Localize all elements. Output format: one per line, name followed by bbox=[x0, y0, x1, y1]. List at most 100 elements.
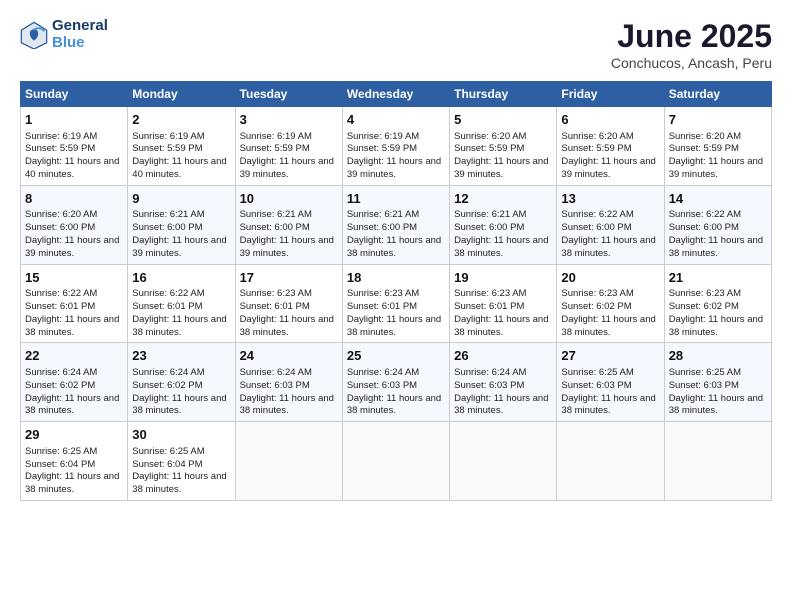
day-info: Sunset: 6:01 PM bbox=[132, 301, 230, 314]
calendar-cell: 5Sunrise: 6:20 AMSunset: 5:59 PMDaylight… bbox=[450, 107, 557, 186]
day-info: Daylight: 11 hours and 38 minutes. bbox=[669, 235, 767, 261]
day-number: 1 bbox=[25, 111, 123, 129]
calendar-cell: 1Sunrise: 6:19 AMSunset: 5:59 PMDaylight… bbox=[21, 107, 128, 186]
day-info: Sunrise: 6:19 AM bbox=[132, 131, 230, 144]
day-info: Daylight: 11 hours and 38 minutes. bbox=[132, 314, 230, 340]
col-saturday: Saturday bbox=[664, 82, 771, 107]
calendar-cell: 17Sunrise: 6:23 AMSunset: 6:01 PMDayligh… bbox=[235, 264, 342, 343]
day-info: Daylight: 11 hours and 38 minutes. bbox=[669, 393, 767, 419]
day-info: Sunrise: 6:22 AM bbox=[25, 288, 123, 301]
day-number: 4 bbox=[347, 111, 445, 129]
day-number: 18 bbox=[347, 269, 445, 287]
day-info: Sunrise: 6:23 AM bbox=[347, 288, 445, 301]
col-thursday: Thursday bbox=[450, 82, 557, 107]
day-info: Daylight: 11 hours and 39 minutes. bbox=[240, 235, 338, 261]
day-info: Sunrise: 6:25 AM bbox=[669, 367, 767, 380]
day-info: Daylight: 11 hours and 39 minutes. bbox=[561, 156, 659, 182]
calendar-cell: 19Sunrise: 6:23 AMSunset: 6:01 PMDayligh… bbox=[450, 264, 557, 343]
day-info: Sunset: 6:04 PM bbox=[132, 459, 230, 472]
day-info: Sunset: 6:01 PM bbox=[25, 301, 123, 314]
calendar-cell: 25Sunrise: 6:24 AMSunset: 6:03 PMDayligh… bbox=[342, 343, 449, 422]
day-info: Sunrise: 6:22 AM bbox=[669, 209, 767, 222]
day-number: 13 bbox=[561, 190, 659, 208]
calendar-cell: 24Sunrise: 6:24 AMSunset: 6:03 PMDayligh… bbox=[235, 343, 342, 422]
day-info: Sunset: 6:04 PM bbox=[25, 459, 123, 472]
logo-text: General Blue bbox=[52, 18, 108, 51]
calendar-cell: 28Sunrise: 6:25 AMSunset: 6:03 PMDayligh… bbox=[664, 343, 771, 422]
calendar-cell: 7Sunrise: 6:20 AMSunset: 5:59 PMDaylight… bbox=[664, 107, 771, 186]
logo: General Blue bbox=[20, 18, 108, 51]
calendar-cell: 2Sunrise: 6:19 AMSunset: 5:59 PMDaylight… bbox=[128, 107, 235, 186]
calendar-table: Sunday Monday Tuesday Wednesday Thursday… bbox=[20, 81, 772, 501]
day-info: Sunrise: 6:21 AM bbox=[454, 209, 552, 222]
calendar-cell: 14Sunrise: 6:22 AMSunset: 6:00 PMDayligh… bbox=[664, 185, 771, 264]
day-info: Sunset: 6:01 PM bbox=[347, 301, 445, 314]
day-number: 24 bbox=[240, 347, 338, 365]
calendar-cell: 26Sunrise: 6:24 AMSunset: 6:03 PMDayligh… bbox=[450, 343, 557, 422]
calendar-cell: 29Sunrise: 6:25 AMSunset: 6:04 PMDayligh… bbox=[21, 422, 128, 501]
day-info: Sunset: 5:59 PM bbox=[25, 143, 123, 156]
day-info: Sunrise: 6:24 AM bbox=[347, 367, 445, 380]
calendar-cell: 16Sunrise: 6:22 AMSunset: 6:01 PMDayligh… bbox=[128, 264, 235, 343]
logo-icon bbox=[20, 21, 48, 49]
calendar-cell: 18Sunrise: 6:23 AMSunset: 6:01 PMDayligh… bbox=[342, 264, 449, 343]
calendar-cell: 23Sunrise: 6:24 AMSunset: 6:02 PMDayligh… bbox=[128, 343, 235, 422]
day-info: Sunrise: 6:19 AM bbox=[25, 131, 123, 144]
day-info: Sunset: 6:03 PM bbox=[454, 380, 552, 393]
day-info: Sunset: 5:59 PM bbox=[561, 143, 659, 156]
day-info: Sunrise: 6:24 AM bbox=[454, 367, 552, 380]
day-number: 29 bbox=[25, 426, 123, 444]
day-number: 20 bbox=[561, 269, 659, 287]
day-info: Sunrise: 6:19 AM bbox=[347, 131, 445, 144]
day-info: Daylight: 11 hours and 38 minutes. bbox=[347, 314, 445, 340]
calendar-cell: 11Sunrise: 6:21 AMSunset: 6:00 PMDayligh… bbox=[342, 185, 449, 264]
day-info: Sunset: 6:03 PM bbox=[561, 380, 659, 393]
title-block: June 2025 Conchucos, Ancash, Peru bbox=[611, 18, 772, 71]
day-info: Sunrise: 6:25 AM bbox=[561, 367, 659, 380]
day-info: Sunset: 5:59 PM bbox=[669, 143, 767, 156]
day-info: Daylight: 11 hours and 39 minutes. bbox=[669, 156, 767, 182]
day-info: Daylight: 11 hours and 38 minutes. bbox=[454, 393, 552, 419]
day-info: Sunrise: 6:24 AM bbox=[240, 367, 338, 380]
day-info: Sunset: 6:02 PM bbox=[669, 301, 767, 314]
main-title: June 2025 bbox=[611, 18, 772, 55]
calendar-cell bbox=[664, 422, 771, 501]
day-number: 9 bbox=[132, 190, 230, 208]
day-number: 3 bbox=[240, 111, 338, 129]
calendar-week-row: 1Sunrise: 6:19 AMSunset: 5:59 PMDaylight… bbox=[21, 107, 772, 186]
calendar-cell: 6Sunrise: 6:20 AMSunset: 5:59 PMDaylight… bbox=[557, 107, 664, 186]
header: General Blue June 2025 Conchucos, Ancash… bbox=[20, 18, 772, 71]
day-number: 28 bbox=[669, 347, 767, 365]
calendar-cell bbox=[450, 422, 557, 501]
day-info: Daylight: 11 hours and 39 minutes. bbox=[240, 156, 338, 182]
calendar-cell: 12Sunrise: 6:21 AMSunset: 6:00 PMDayligh… bbox=[450, 185, 557, 264]
col-friday: Friday bbox=[557, 82, 664, 107]
calendar-week-row: 15Sunrise: 6:22 AMSunset: 6:01 PMDayligh… bbox=[21, 264, 772, 343]
day-info: Sunrise: 6:22 AM bbox=[561, 209, 659, 222]
day-number: 16 bbox=[132, 269, 230, 287]
day-info: Sunset: 6:03 PM bbox=[240, 380, 338, 393]
day-number: 15 bbox=[25, 269, 123, 287]
day-info: Daylight: 11 hours and 38 minutes. bbox=[25, 393, 123, 419]
day-info: Daylight: 11 hours and 38 minutes. bbox=[454, 314, 552, 340]
day-number: 5 bbox=[454, 111, 552, 129]
day-number: 8 bbox=[25, 190, 123, 208]
col-monday: Monday bbox=[128, 82, 235, 107]
day-info: Daylight: 11 hours and 38 minutes. bbox=[347, 235, 445, 261]
calendar-cell: 27Sunrise: 6:25 AMSunset: 6:03 PMDayligh… bbox=[557, 343, 664, 422]
day-number: 14 bbox=[669, 190, 767, 208]
col-sunday: Sunday bbox=[21, 82, 128, 107]
page: General Blue June 2025 Conchucos, Ancash… bbox=[0, 0, 792, 612]
calendar-header-row: Sunday Monday Tuesday Wednesday Thursday… bbox=[21, 82, 772, 107]
calendar-cell: 21Sunrise: 6:23 AMSunset: 6:02 PMDayligh… bbox=[664, 264, 771, 343]
calendar-cell bbox=[557, 422, 664, 501]
day-info: Sunrise: 6:23 AM bbox=[561, 288, 659, 301]
day-info: Sunrise: 6:24 AM bbox=[132, 367, 230, 380]
day-info: Sunrise: 6:19 AM bbox=[240, 131, 338, 144]
day-info: Daylight: 11 hours and 38 minutes. bbox=[25, 314, 123, 340]
day-info: Sunrise: 6:24 AM bbox=[25, 367, 123, 380]
day-info: Sunset: 6:00 PM bbox=[561, 222, 659, 235]
day-info: Sunset: 6:00 PM bbox=[240, 222, 338, 235]
day-number: 6 bbox=[561, 111, 659, 129]
day-number: 19 bbox=[454, 269, 552, 287]
